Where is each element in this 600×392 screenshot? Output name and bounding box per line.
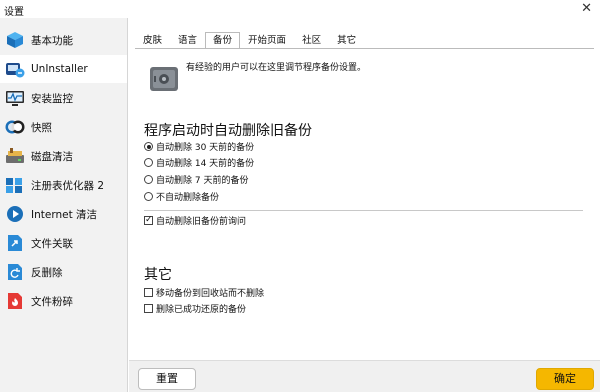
settings-panel: 皮肤 语言 备份 开始页面 社区 其它 有经验的用户可以在这里调节程序备份设置。… (129, 18, 600, 360)
checkbox-delete-restored[interactable]: 删除已成功还原的备份 (144, 302, 246, 315)
monitor-icon (4, 87, 26, 109)
checkbox-ask-before-delete[interactable]: ✓ 自动删除旧备份前询问 (144, 214, 246, 227)
sidebar-item-file-association[interactable]: 文件关联 (0, 229, 127, 257)
radio-label: 不自动删除备份 (156, 193, 220, 203)
radio-button[interactable] (144, 142, 153, 151)
tab-language[interactable]: 语言 (170, 32, 205, 49)
checkbox-label: 删除已成功还原的备份 (156, 305, 247, 315)
tab-skin[interactable]: 皮肤 (135, 32, 170, 49)
sidebar-item-uninstaller[interactable]: UnInstaller (0, 55, 127, 83)
sidebar-item-registry[interactable]: 注册表优化器 2 (0, 171, 127, 199)
sidebar-item-install-monitor[interactable]: 安装监控 (0, 84, 127, 112)
tab-other[interactable]: 其它 (329, 32, 364, 49)
close-icon[interactable]: ✕ (581, 1, 592, 16)
radio-delete-7-days[interactable]: 自动删除 7 天前的备份 (144, 173, 248, 186)
section-divider (144, 210, 583, 211)
sidebar-item-label: 磁盘清洁 (31, 150, 73, 163)
checkbox-move-to-recycle-bin[interactable]: 移动备份到回收站而不删除 (144, 286, 264, 299)
tab-start-page[interactable]: 开始页面 (240, 32, 294, 49)
section-title-auto-delete: 程序启动时自动删除旧备份 (144, 123, 312, 139)
radio-label: 自动删除 7 天前的备份 (156, 176, 249, 186)
sidebar-item-label: Internet 清洁 (31, 208, 98, 221)
radio-delete-30-days[interactable]: 自动删除 30 天前的备份 (144, 140, 254, 153)
reset-button[interactable]: 重置 (138, 368, 196, 390)
undelete-icon (4, 261, 26, 283)
checkbox[interactable] (144, 288, 153, 297)
sidebar-item-basic[interactable]: 基本功能 (0, 26, 127, 54)
sidebar-item-label: 反删除 (31, 266, 63, 279)
tab-divider (135, 48, 594, 49)
window-title: 设置 (4, 7, 24, 18)
ok-button[interactable]: 确定 (536, 368, 594, 390)
sidebar-item-label: 文件关联 (31, 237, 73, 250)
checkbox-label: 移动备份到回收站而不删除 (156, 289, 265, 299)
registry-icon (4, 174, 26, 196)
radio-button[interactable] (144, 192, 153, 201)
sidebar-item-shredder[interactable]: 文件粉碎 (0, 287, 127, 315)
sidebar-item-disk-cleaner[interactable]: 磁盘清洁 (0, 142, 127, 170)
sidebar-item-label: 基本功能 (31, 34, 73, 47)
sidebar-item-label: UnInstaller (31, 63, 88, 75)
tab-backup[interactable]: 备份 (205, 32, 241, 49)
radio-button[interactable] (144, 158, 153, 167)
checkbox-label: 自动删除旧备份前询问 (156, 217, 247, 227)
sidebar-item-label: 安装监控 (31, 92, 73, 105)
sidebar-item-undelete[interactable]: 反删除 (0, 258, 127, 286)
radio-delete-14-days[interactable]: 自动删除 14 天前的备份 (144, 156, 254, 169)
sidebar-item-label: 文件粉碎 (31, 295, 73, 308)
checkbox[interactable]: ✓ (144, 216, 153, 225)
sidebar-item-label: 注册表优化器 2 (31, 179, 105, 192)
checkbox[interactable] (144, 304, 153, 313)
title-bar: 设置 ✕ (0, 0, 600, 18)
tab-bar: 皮肤 语言 备份 开始页面 社区 其它 (135, 32, 364, 49)
radio-no-auto-delete[interactable]: 不自动删除备份 (144, 190, 219, 203)
sidebar-item-snapshot[interactable]: 快照 (0, 113, 127, 141)
disk-cleaner-icon (4, 145, 26, 167)
uninstaller-icon (4, 58, 26, 80)
intro-text: 有经验的用户可以在这里调节程序备份设置。 (186, 63, 367, 73)
file-association-icon (4, 232, 26, 254)
cube-icon (4, 29, 26, 51)
radio-label: 自动删除 14 天前的备份 (156, 159, 255, 169)
tab-community[interactable]: 社区 (294, 32, 329, 49)
snapshot-icon (4, 116, 26, 138)
radio-label: 自动删除 30 天前的备份 (156, 143, 255, 153)
safe-icon (148, 64, 180, 94)
sidebar-item-label: 快照 (31, 121, 52, 134)
section-title-other: 其它 (144, 267, 172, 283)
internet-icon (4, 203, 26, 225)
radio-button[interactable] (144, 175, 153, 184)
shredder-icon (4, 290, 26, 312)
sidebar-item-internet-cleaner[interactable]: Internet 清洁 (0, 200, 127, 228)
sidebar: 基本功能 UnInstaller 安装监控 快照 磁盘清洁 注册表优化器 2 I… (0, 18, 128, 392)
footer-bar: 重置 确定 (129, 360, 600, 392)
